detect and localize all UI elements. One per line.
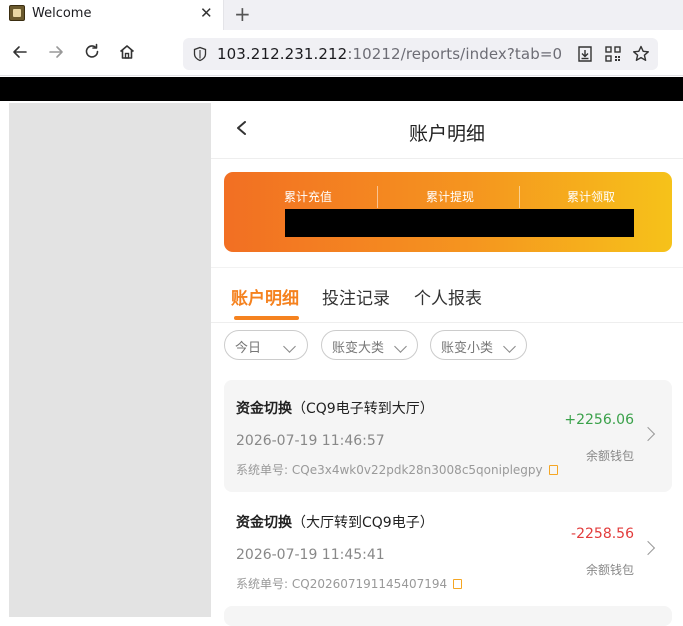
order-number: CQ202607191145407194 — [291, 577, 448, 591]
url-host: 103.212.231.212 — [217, 45, 348, 63]
browser-navbar: 103.212.231.212:10212/reports/index?tab=… — [0, 30, 683, 76]
stat-divider — [519, 186, 520, 208]
tab-personal-report[interactable]: 个人报表 — [414, 284, 482, 309]
record-amount: +2256.06 — [564, 412, 634, 428]
url-text: 103.212.231.212:10212/reports/index?tab=… — [217, 45, 562, 63]
site-favicon-icon — [9, 5, 25, 21]
left-blank-panel — [9, 103, 211, 617]
tab-title: Welcome — [32, 6, 92, 21]
redacted-values — [285, 209, 634, 237]
active-tab-indicator — [234, 316, 299, 320]
order-label: 系统单号: — [236, 463, 289, 477]
record-wallet: 余额钱包 — [585, 449, 634, 463]
site-info-shield-icon[interactable] — [192, 46, 208, 62]
filter-date-label: 今日 — [235, 341, 262, 356]
record-order: 系统单号: CQ202607191145407194 — [236, 575, 463, 592]
filter-category-label: 账变大类 — [332, 341, 385, 356]
filter-date[interactable]: 今日 — [224, 330, 308, 360]
stat-label-withdraw: 累计提现 — [425, 190, 474, 204]
app-container: 账户明细 累计充值 累计提现 累计领取 账户明细 投注记录 个人报表 今日 账变… — [211, 101, 683, 626]
copy-icon[interactable] — [453, 579, 463, 589]
reload-icon[interactable] — [82, 42, 102, 62]
filter-subcategory-label: 账变小类 — [441, 341, 494, 356]
forward-arrow-icon[interactable] — [46, 42, 66, 62]
filter-bar: 今日 账变大类 账变小类 — [211, 324, 683, 368]
order-label: 系统单号: — [236, 577, 289, 591]
stat-label-claim: 累计领取 — [566, 190, 615, 204]
chevron-down-icon — [394, 340, 407, 353]
record-type: 资金切换 — [236, 515, 292, 531]
record-detail: （大厅转到CQ9电子） — [292, 515, 434, 531]
record-amount: -2258.56 — [571, 526, 634, 542]
record-order: 系统单号: CQe3x4wk0v22pdk28n3008c5qoniplegpy — [236, 461, 558, 478]
stat-divider — [377, 186, 378, 208]
list-item[interactable]: 资金切换（大厅转到CQ9电子） 2026-07-19 11:45:41 系统单号… — [224, 494, 672, 606]
close-tab-icon[interactable]: ✕ — [200, 4, 213, 22]
browser-tab[interactable]: Welcome ✕ — [0, 0, 224, 30]
record-title: 资金切换（大厅转到CQ9电子） — [236, 512, 434, 532]
tab-account-details[interactable]: 账户明细 — [231, 284, 299, 309]
order-number: CQe3x4wk0v22pdk28n3008c5qoniplegpy — [291, 463, 543, 477]
list-item[interactable]: 资金切换（CQ9电子转到大厅） 2026-07-19 11:46:57 系统单号… — [224, 380, 672, 492]
record-type: 资金切换 — [236, 401, 292, 417]
chevron-right-icon — [640, 540, 656, 556]
home-icon[interactable] — [117, 42, 137, 62]
chevron-down-icon — [503, 340, 516, 353]
record-tabs: 账户明细 投注记录 个人报表 — [211, 267, 683, 323]
list-item-partial[interactable] — [224, 606, 672, 626]
qr-code-icon[interactable] — [604, 45, 622, 63]
record-time: 2026-07-19 11:45:41 — [236, 547, 385, 563]
redacted-bar — [0, 77, 683, 101]
record-time: 2026-07-19 11:46:57 — [236, 433, 385, 449]
record-wallet: 余额钱包 — [585, 563, 634, 577]
browser-tabstrip: Welcome ✕ + — [0, 0, 683, 30]
back-arrow-icon[interactable] — [10, 42, 30, 62]
record-detail: （CQ9电子转到大厅） — [292, 401, 434, 417]
filter-subcategory[interactable]: 账变小类 — [430, 330, 527, 360]
page-title: 账户明细 — [408, 123, 485, 145]
new-tab-icon[interactable]: + — [234, 2, 251, 26]
page-header: 账户明细 — [211, 101, 683, 159]
save-page-icon[interactable] — [576, 45, 594, 63]
bookmark-star-icon[interactable] — [631, 44, 651, 64]
filter-category[interactable]: 账变大类 — [321, 330, 418, 360]
chevron-right-icon — [640, 426, 656, 442]
stats-card: 累计充值 累计提现 累计领取 — [224, 172, 672, 252]
copy-icon[interactable] — [548, 465, 558, 475]
chevron-down-icon — [283, 340, 296, 353]
stat-label-deposit: 累计充值 — [283, 190, 332, 204]
tab-bet-records[interactable]: 投注记录 — [322, 284, 390, 309]
url-path: :10212/reports/index?tab=0 — [347, 45, 563, 63]
record-title: 资金切换（CQ9电子转到大厅） — [236, 398, 434, 418]
